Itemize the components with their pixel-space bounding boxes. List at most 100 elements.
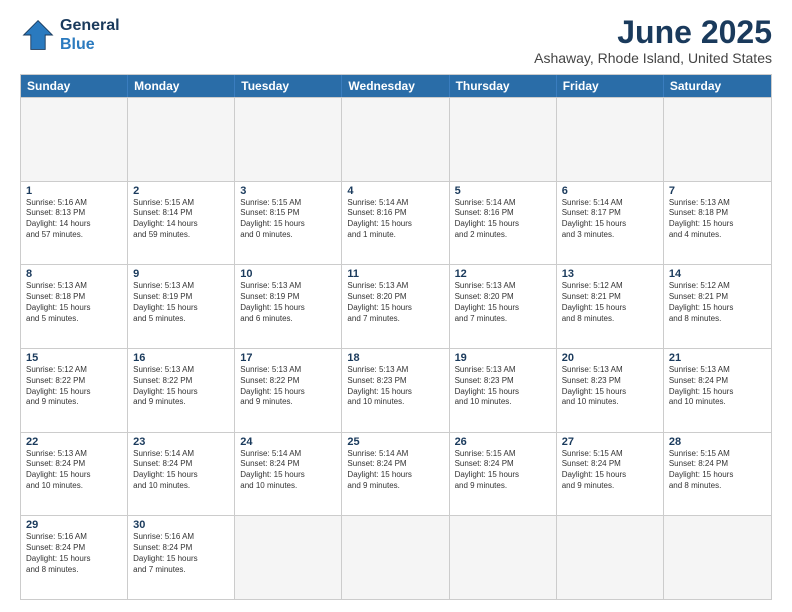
calendar-day-empty — [450, 516, 557, 599]
day-info-line: Sunrise: 5:13 AM — [26, 281, 122, 292]
day-info-line: and 57 minutes. — [26, 230, 122, 241]
day-info-line: Daylight: 15 hours — [240, 470, 336, 481]
calendar-day-11: 11Sunrise: 5:13 AMSunset: 8:20 PMDayligh… — [342, 265, 449, 348]
calendar-body: 1Sunrise: 5:16 AMSunset: 8:13 PMDaylight… — [21, 97, 771, 599]
day-info-line: Sunset: 8:16 PM — [347, 208, 443, 219]
day-info-line: and 8 minutes. — [669, 481, 766, 492]
day-info-line: Sunrise: 5:14 AM — [347, 198, 443, 209]
day-info-line: Sunrise: 5:13 AM — [347, 281, 443, 292]
day-of-week-wednesday: Wednesday — [342, 75, 449, 97]
day-info-line: Sunset: 8:23 PM — [562, 376, 658, 387]
day-info-line: Daylight: 15 hours — [26, 387, 122, 398]
calendar-day-4: 4Sunrise: 5:14 AMSunset: 8:16 PMDaylight… — [342, 182, 449, 265]
day-info-line: Sunset: 8:23 PM — [347, 376, 443, 387]
day-info-line: Daylight: 15 hours — [669, 303, 766, 314]
day-info-line: Daylight: 15 hours — [347, 387, 443, 398]
day-info-line: Sunset: 8:17 PM — [562, 208, 658, 219]
day-info-line: and 7 minutes. — [455, 314, 551, 325]
day-number: 9 — [133, 268, 229, 280]
calendar-day-empty — [664, 98, 771, 181]
day-info-line: and 3 minutes. — [562, 230, 658, 241]
day-info-line: Sunset: 8:19 PM — [133, 292, 229, 303]
calendar-week-3: 8Sunrise: 5:13 AMSunset: 8:18 PMDaylight… — [21, 264, 771, 348]
calendar-day-empty — [557, 98, 664, 181]
day-info-line: Sunrise: 5:13 AM — [669, 365, 766, 376]
day-info-line: Sunrise: 5:16 AM — [26, 198, 122, 209]
day-of-week-tuesday: Tuesday — [235, 75, 342, 97]
calendar-day-21: 21Sunrise: 5:13 AMSunset: 8:24 PMDayligh… — [664, 349, 771, 432]
day-info-line: Sunrise: 5:12 AM — [669, 281, 766, 292]
day-info-line: Sunrise: 5:13 AM — [347, 365, 443, 376]
day-info-line: Daylight: 15 hours — [347, 470, 443, 481]
day-info-line: Daylight: 15 hours — [669, 470, 766, 481]
day-info-line: Sunset: 8:16 PM — [455, 208, 551, 219]
day-info-line: Daylight: 15 hours — [133, 303, 229, 314]
day-info-line: Daylight: 15 hours — [669, 387, 766, 398]
day-info-line: Daylight: 14 hours — [26, 219, 122, 230]
day-info-line: Daylight: 15 hours — [455, 219, 551, 230]
calendar-week-4: 15Sunrise: 5:12 AMSunset: 8:22 PMDayligh… — [21, 348, 771, 432]
day-number: 19 — [455, 352, 551, 364]
day-info-line: Sunrise: 5:13 AM — [26, 449, 122, 460]
calendar-day-13: 13Sunrise: 5:12 AMSunset: 8:21 PMDayligh… — [557, 265, 664, 348]
calendar-day-23: 23Sunrise: 5:14 AMSunset: 8:24 PMDayligh… — [128, 433, 235, 516]
day-info-line: Sunset: 8:22 PM — [240, 376, 336, 387]
calendar-day-15: 15Sunrise: 5:12 AMSunset: 8:22 PMDayligh… — [21, 349, 128, 432]
day-info-line: Daylight: 15 hours — [26, 470, 122, 481]
day-number: 29 — [26, 519, 122, 531]
day-info-line: and 10 minutes. — [562, 397, 658, 408]
calendar-day-empty — [235, 98, 342, 181]
day-info-line: Sunset: 8:13 PM — [26, 208, 122, 219]
day-info-line: Sunset: 8:21 PM — [669, 292, 766, 303]
calendar-day-empty — [450, 98, 557, 181]
day-number: 18 — [347, 352, 443, 364]
day-info-line: and 1 minute. — [347, 230, 443, 241]
day-info-line: Sunrise: 5:15 AM — [562, 449, 658, 460]
day-info-line: Daylight: 15 hours — [669, 219, 766, 230]
calendar-day-5: 5Sunrise: 5:14 AMSunset: 8:16 PMDaylight… — [450, 182, 557, 265]
day-number: 11 — [347, 268, 443, 280]
day-info-line: and 6 minutes. — [240, 314, 336, 325]
calendar-week-2: 1Sunrise: 5:16 AMSunset: 8:13 PMDaylight… — [21, 181, 771, 265]
calendar-day-6: 6Sunrise: 5:14 AMSunset: 8:17 PMDaylight… — [557, 182, 664, 265]
calendar-day-empty — [342, 98, 449, 181]
day-info-line: Daylight: 15 hours — [455, 387, 551, 398]
calendar-day-27: 27Sunrise: 5:15 AMSunset: 8:24 PMDayligh… — [557, 433, 664, 516]
day-info-line: Daylight: 15 hours — [562, 470, 658, 481]
day-info-line: Sunrise: 5:16 AM — [26, 532, 122, 543]
day-info-line: Daylight: 15 hours — [455, 303, 551, 314]
day-info-line: and 10 minutes. — [669, 397, 766, 408]
day-info-line: Sunrise: 5:14 AM — [562, 198, 658, 209]
day-of-week-friday: Friday — [557, 75, 664, 97]
day-info-line: and 8 minutes. — [669, 314, 766, 325]
day-info-line: Sunset: 8:24 PM — [133, 459, 229, 470]
day-info-line: and 10 minutes. — [240, 481, 336, 492]
day-info-line: Sunset: 8:19 PM — [240, 292, 336, 303]
day-info-line: Sunset: 8:24 PM — [669, 376, 766, 387]
page: General Blue June 2025 Ashaway, Rhode Is… — [0, 0, 792, 612]
day-info-line: and 10 minutes. — [26, 481, 122, 492]
day-info-line: Daylight: 14 hours — [133, 219, 229, 230]
day-info-line: Sunrise: 5:13 AM — [240, 365, 336, 376]
day-number: 26 — [455, 436, 551, 448]
day-info-line: and 10 minutes. — [133, 481, 229, 492]
calendar-day-9: 9Sunrise: 5:13 AMSunset: 8:19 PMDaylight… — [128, 265, 235, 348]
day-info-line: Sunset: 8:18 PM — [26, 292, 122, 303]
day-info-line: Sunset: 8:24 PM — [347, 459, 443, 470]
day-info-line: Sunrise: 5:13 AM — [133, 281, 229, 292]
calendar-day-25: 25Sunrise: 5:14 AMSunset: 8:24 PMDayligh… — [342, 433, 449, 516]
day-info-line: and 10 minutes. — [455, 397, 551, 408]
day-info-line: Sunset: 8:20 PM — [455, 292, 551, 303]
day-info-line: Sunrise: 5:15 AM — [133, 198, 229, 209]
day-info-line: Sunrise: 5:15 AM — [455, 449, 551, 460]
day-info-line: Daylight: 15 hours — [133, 387, 229, 398]
day-number: 15 — [26, 352, 122, 364]
day-info-line: Sunset: 8:24 PM — [26, 543, 122, 554]
calendar-day-22: 22Sunrise: 5:13 AMSunset: 8:24 PMDayligh… — [21, 433, 128, 516]
day-info-line: Sunrise: 5:13 AM — [240, 281, 336, 292]
day-number: 20 — [562, 352, 658, 364]
calendar-day-2: 2Sunrise: 5:15 AMSunset: 8:14 PMDaylight… — [128, 182, 235, 265]
day-info-line: Sunrise: 5:15 AM — [669, 449, 766, 460]
logo: General Blue — [20, 16, 120, 54]
day-number: 12 — [455, 268, 551, 280]
